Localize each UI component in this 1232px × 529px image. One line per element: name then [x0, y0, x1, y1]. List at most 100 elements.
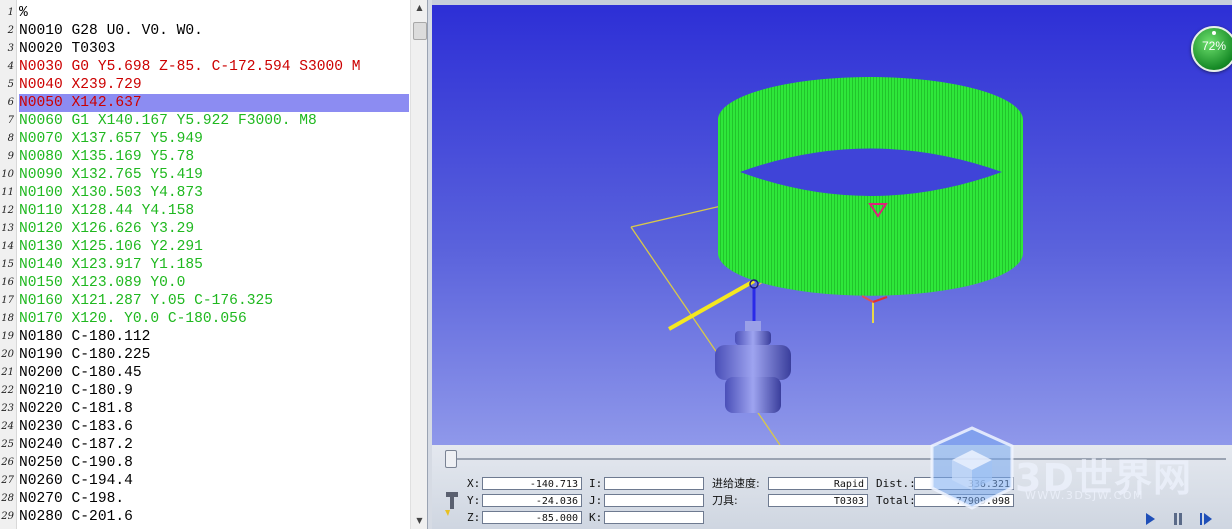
code-text[interactable]: N0140 X123.917 Y1.185	[19, 256, 203, 274]
code-text[interactable]: N0170 X120. Y0.0 C-180.056	[19, 310, 247, 328]
code-text[interactable]: N0020 T0303	[19, 40, 115, 58]
tool-holder-icon[interactable]	[444, 490, 460, 518]
code-line[interactable]: 14 N0130 X125.106 Y2.291	[0, 238, 410, 256]
line-number: 29	[1, 511, 14, 522]
code-text[interactable]: N0110 X128.44 Y4.158	[19, 202, 194, 220]
code-line[interactable]: 10 N0090 X132.765 Y5.419	[0, 166, 410, 184]
code-text[interactable]: N0200 C-180.45	[19, 364, 142, 382]
scroll-down-arrow-icon[interactable]: ▼	[411, 513, 427, 529]
line-number: 8	[7, 133, 14, 144]
code-line[interactable]: 5 N0040 X239.729	[0, 76, 410, 94]
code-text[interactable]: N0060 G1 X140.167 Y5.922 F3000. M8	[19, 112, 317, 130]
code-line[interactable]: 24 N0230 C-183.6	[0, 418, 410, 436]
code-line[interactable]: 6 N0050 X142.637	[0, 94, 410, 112]
pause-icon[interactable]	[1170, 512, 1186, 526]
code-text[interactable]: N0280 C-201.6	[19, 508, 133, 526]
dist-label: Dist.:	[876, 477, 916, 490]
code-text[interactable]: N0090 X132.765 Y5.419	[19, 166, 203, 184]
axis-triad-icon	[861, 295, 888, 323]
line-number: 3	[7, 43, 14, 54]
code-text[interactable]: N0040 X239.729	[19, 76, 142, 94]
code-text[interactable]: N0230 C-183.6	[19, 418, 133, 436]
code-line[interactable]: 11 N0100 X130.503 Y4.873	[0, 184, 410, 202]
line-number: 17	[1, 295, 14, 306]
code-text[interactable]: N0130 X125.106 Y2.291	[19, 238, 203, 256]
k-label: K:	[589, 511, 603, 524]
code-text[interactable]: N0220 C-181.8	[19, 400, 133, 418]
editor-vertical-scrollbar[interactable]: ▲ ▼	[410, 0, 427, 529]
code-line[interactable]: 16 N0150 X123.089 Y0.0	[0, 274, 410, 292]
x-label: X:	[467, 477, 481, 490]
code-line[interactable]: 27 N0260 C-194.4	[0, 472, 410, 490]
code-line[interactable]: 28 N0270 C-198.	[0, 490, 410, 508]
i-label: I:	[589, 477, 603, 490]
code-line[interactable]: 2 N0010 G28 U0. V0. W0.	[0, 22, 410, 40]
scrollbar-thumb[interactable]	[413, 22, 427, 40]
code-text[interactable]: %	[19, 4, 28, 22]
code-text[interactable]: N0080 X135.169 Y5.78	[19, 148, 194, 166]
code-line[interactable]: 20 N0190 C-180.225	[0, 346, 410, 364]
simulation-3d-viewport[interactable]	[432, 5, 1232, 445]
line-number: 19	[1, 331, 14, 342]
code-line[interactable]: 3 N0020 T0303	[0, 40, 410, 58]
play-icon[interactable]	[1142, 512, 1158, 526]
code-line[interactable]: 12 N0110 X128.44 Y4.158	[0, 202, 410, 220]
code-line[interactable]: 26 N0250 C-190.8	[0, 454, 410, 472]
code-line[interactable]: 25 N0240 C-187.2	[0, 436, 410, 454]
line-number: 2	[7, 25, 14, 36]
line-number: 14	[1, 241, 14, 252]
scene-svg	[630, 77, 1023, 445]
line-number: 4	[7, 61, 14, 72]
playback-slider-thumb[interactable]	[445, 450, 457, 468]
code-text[interactable]: N0260 C-194.4	[19, 472, 133, 490]
feed-rate-field: Rapid	[768, 477, 868, 490]
code-line[interactable]: 7 N0060 G1 X140.167 Y5.922 F3000. M8	[0, 112, 410, 130]
code-line[interactable]: 15 N0140 X123.917 Y1.185	[0, 256, 410, 274]
code-line[interactable]: 22 N0210 C-180.9	[0, 382, 410, 400]
code-text[interactable]: N0240 C-187.2	[19, 436, 133, 454]
code-line[interactable]: 1%	[0, 4, 410, 22]
k-value-field	[604, 511, 704, 524]
code-text[interactable]: N0030 G0 Y5.698 Z-85. C-172.594 S3000 M	[19, 58, 361, 76]
code-text[interactable]: N0210 C-180.9	[19, 382, 133, 400]
code-text[interactable]: N0100 X130.503 Y4.873	[19, 184, 203, 202]
code-line[interactable]: 13 N0120 X126.626 Y3.29	[0, 220, 410, 238]
step-forward-icon[interactable]	[1198, 512, 1214, 526]
line-number: 25	[1, 439, 14, 450]
code-line[interactable]: 19 N0180 C-180.112	[0, 328, 410, 346]
nc-code-editor[interactable]: 1% 2 N0010 G28 U0. V0. W0. 3 N0020 T0303 4 N00…	[0, 0, 428, 529]
line-number: 23	[1, 403, 14, 414]
code-text[interactable]: N0010 G28 U0. V0. W0.	[19, 22, 203, 40]
z-value-field: -85.000	[482, 511, 582, 524]
line-number: 9	[7, 151, 14, 162]
code-text[interactable]: N0180 C-180.112	[19, 328, 150, 346]
x-value-field: -140.713	[482, 477, 582, 490]
code-line[interactable]: 18 N0170 X120. Y0.0 C-180.056	[0, 310, 410, 328]
code-text[interactable]: N0270 C-198.	[19, 490, 124, 508]
code-line[interactable]: 23 N0220 C-181.8	[0, 400, 410, 418]
code-text[interactable]: N0150 X123.089 Y0.0	[19, 274, 185, 292]
line-number: 12	[1, 205, 14, 216]
tool-holder	[715, 321, 791, 413]
code-line[interactable]: 9 N0080 X135.169 Y5.78	[0, 148, 410, 166]
line-number: 21	[1, 367, 14, 378]
zoom-gauge[interactable]: 72%	[1191, 26, 1232, 72]
line-number: 22	[1, 385, 14, 396]
code-line[interactable]: 21 N0200 C-180.45	[0, 364, 410, 382]
code-text[interactable]: N0190 C-180.225	[19, 346, 150, 364]
machined-ring-part	[718, 77, 1023, 296]
line-number: 18	[1, 313, 14, 324]
code-text[interactable]: N0120 X126.626 Y3.29	[19, 220, 194, 238]
scroll-up-arrow-icon[interactable]: ▲	[411, 0, 427, 16]
code-text[interactable]: N0250 C-190.8	[19, 454, 133, 472]
code-line[interactable]: 29 N0280 C-201.6	[0, 508, 410, 526]
j-value-field	[604, 494, 704, 507]
code-line[interactable]: 17 N0160 X121.287 Y.05 C-176.325	[0, 292, 410, 310]
i-value-field	[604, 477, 704, 490]
code-text[interactable]: N0160 X121.287 Y.05 C-176.325	[19, 292, 273, 310]
code-line[interactable]: 8 N0070 X137.657 Y5.949	[0, 130, 410, 148]
line-number: 20	[1, 349, 14, 360]
code-text[interactable]: N0050 X142.637	[19, 94, 409, 112]
code-text[interactable]: N0070 X137.657 Y5.949	[19, 130, 203, 148]
code-line[interactable]: 4 N0030 G0 Y5.698 Z-85. C-172.594 S3000 M	[0, 58, 410, 76]
